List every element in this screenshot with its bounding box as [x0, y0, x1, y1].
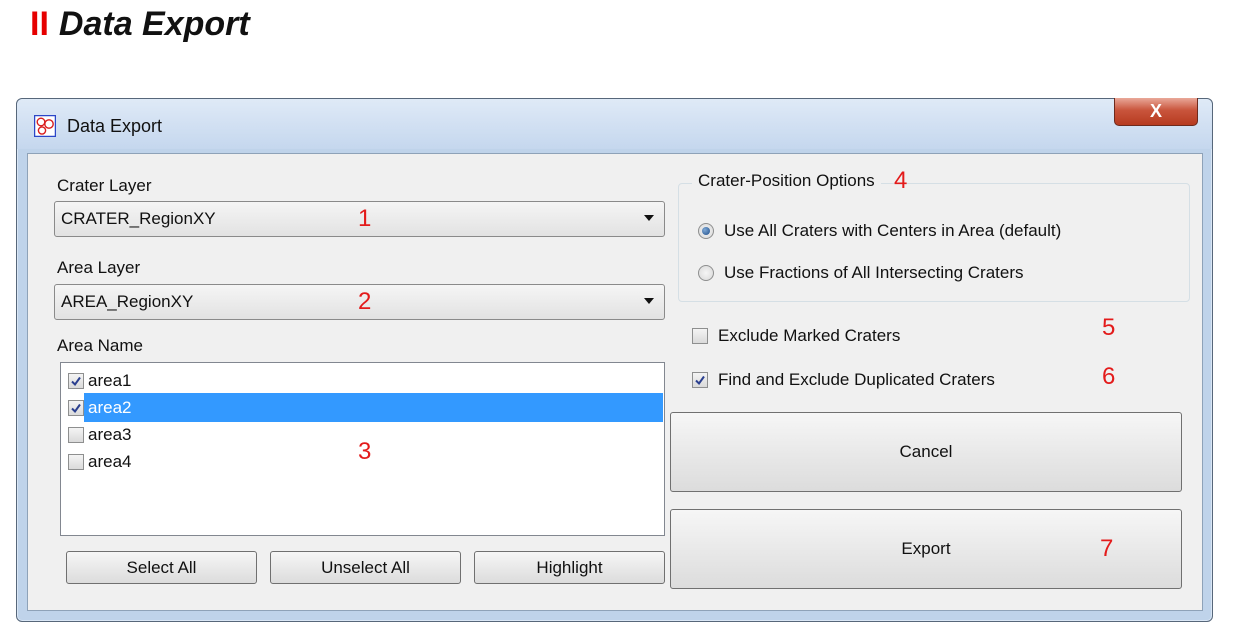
crater-position-options-title: Crater-Position Options	[692, 171, 881, 191]
list-item-area1[interactable]: area1	[62, 366, 663, 395]
page-title: Data Export	[58, 4, 250, 43]
exclude-duplicates-checkbox[interactable]	[692, 372, 708, 388]
area1-label: area1	[88, 370, 132, 390]
page-heading: II Data Export	[30, 2, 250, 46]
chevron-down-icon	[644, 298, 654, 304]
checkmark-icon	[71, 376, 81, 386]
area2-label: area2	[84, 393, 663, 422]
area4-checkbox[interactable]	[68, 453, 84, 470]
exclude-marked-checkbox-row[interactable]: Exclude Marked Craters	[692, 326, 900, 346]
radio-button-selected[interactable]	[698, 223, 714, 239]
unselect-all-button[interactable]: Unselect All	[270, 551, 461, 584]
annotation-1: 1	[358, 205, 372, 232]
radio-dot-icon	[702, 227, 710, 235]
crater-layer-value: CRATER_RegionXY	[61, 209, 216, 228]
annotation-5: 5	[1102, 314, 1116, 341]
exclude-marked-checkbox[interactable]	[692, 328, 708, 344]
select-all-button[interactable]: Select All	[66, 551, 257, 584]
area-name-label: Area Name	[57, 336, 143, 355]
close-button[interactable]: X	[1114, 98, 1198, 126]
exclude-marked-label: Exclude Marked Craters	[718, 326, 901, 345]
area-layer-label: Area Layer	[57, 258, 141, 277]
list-item-area2[interactable]: area2	[62, 393, 663, 422]
area4-label: area4	[88, 451, 132, 471]
annotation-2: 2	[358, 288, 372, 315]
crater-position-options-label: Crater-Position Options	[698, 171, 875, 190]
annotation-6: 6	[1102, 363, 1116, 390]
radio-button[interactable]	[698, 265, 714, 281]
checkmark-icon	[695, 375, 705, 386]
data-export-dialog: Data Export X Crater Layer CRATER_Region…	[16, 98, 1213, 622]
close-icon: X	[1149, 101, 1162, 121]
dialog-client-area: Crater Layer CRATER_RegionXY 1 Area Laye…	[27, 153, 1203, 611]
section-numeral: II	[30, 4, 49, 43]
craters-app-icon	[34, 115, 56, 137]
annotation-7: 7	[1100, 535, 1114, 562]
window-title: Data Export	[67, 116, 163, 136]
area-layer-value: AREA_RegionXY	[61, 292, 194, 311]
crater-position-options-group	[678, 183, 1190, 302]
annotation-4: 4	[894, 167, 908, 194]
annotation-3: 3	[358, 438, 372, 465]
area3-label: area3	[88, 424, 132, 444]
checkmark-icon	[71, 403, 81, 413]
radio-centers-label: Use All Craters with Centers in Area (de…	[724, 221, 1062, 240]
area3-checkbox[interactable]	[68, 426, 84, 443]
area1-checkbox[interactable]	[68, 372, 84, 389]
chevron-down-icon	[644, 215, 654, 221]
area2-checkbox[interactable]	[68, 399, 84, 416]
exclude-duplicates-checkbox-row[interactable]: Find and Exclude Duplicated Craters	[692, 370, 995, 390]
radio-centers-in-area[interactable]: Use All Craters with Centers in Area (de…	[698, 221, 1061, 241]
cancel-button[interactable]: Cancel	[670, 412, 1182, 492]
highlight-button[interactable]: Highlight	[474, 551, 665, 584]
crater-layer-label: Crater Layer	[57, 176, 152, 195]
exclude-duplicates-label: Find and Exclude Duplicated Craters	[718, 370, 995, 389]
radio-fractions-label: Use Fractions of All Intersecting Crater…	[724, 263, 1024, 282]
radio-fractions[interactable]: Use Fractions of All Intersecting Crater…	[698, 263, 1024, 283]
title-bar[interactable]: Data Export X	[17, 98, 1212, 149]
